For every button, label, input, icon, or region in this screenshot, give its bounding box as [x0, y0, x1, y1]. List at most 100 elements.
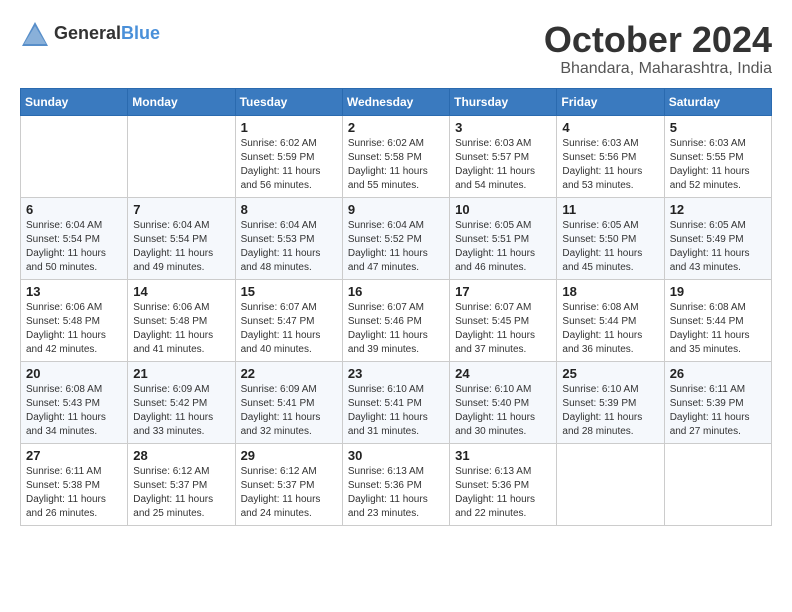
day-info: Sunrise: 6:06 AM Sunset: 5:48 PM Dayligh… [26, 301, 122, 357]
calendar-cell: 18 Sunrise: 6:08 AM Sunset: 5:44 PM Dayli… [557, 279, 664, 361]
calendar-cell [128, 115, 235, 197]
calendar-cell: 12 Sunrise: 6:05 AM Sunset: 5:49 PM Dayli… [664, 197, 771, 279]
day-info: Sunrise: 6:12 AM Sunset: 5:37 PM Dayligh… [241, 465, 337, 521]
calendar-cell: 20 Sunrise: 6:08 AM Sunset: 5:43 PM Dayli… [21, 361, 128, 443]
day-info: Sunrise: 6:08 AM Sunset: 5:44 PM Dayligh… [562, 301, 658, 357]
calendar-cell: 2Sunrise: 6:02 AM Sunset: 5:58 PM Daylig… [342, 115, 449, 197]
calendar-cell: 1Sunrise: 6:02 AM Sunset: 5:59 PM Daylig… [235, 115, 342, 197]
location-title: Bhandara, Maharashtra, India [544, 60, 772, 78]
day-info: Sunrise: 6:09 AM Sunset: 5:42 PM Dayligh… [133, 383, 229, 439]
day-number: 27 [26, 448, 122, 463]
calendar-cell: 27 Sunrise: 6:11 AM Sunset: 5:38 PM Dayli… [21, 443, 128, 525]
day-number: 30 [348, 448, 444, 463]
day-number: 25 [562, 366, 658, 381]
calendar-cell: 23 Sunrise: 6:10 AM Sunset: 5:41 PM Dayli… [342, 361, 449, 443]
day-info: Sunrise: 6:11 AM Sunset: 5:38 PM Dayligh… [26, 465, 122, 521]
day-info: Sunrise: 6:10 AM Sunset: 5:39 PM Dayligh… [562, 383, 658, 439]
day-number: 16 [348, 284, 444, 299]
title-area: October 2024 Bhandara, Maharashtra, Indi… [544, 20, 772, 78]
day-info: Sunrise: 6:04 AM Sunset: 5:54 PM Dayligh… [26, 219, 122, 275]
day-info: Sunrise: 6:05 AM Sunset: 5:49 PM Dayligh… [670, 219, 766, 275]
calendar-week-row: 13 Sunrise: 6:06 AM Sunset: 5:48 PM Dayli… [21, 279, 772, 361]
day-number: 11 [562, 202, 658, 217]
calendar-cell: 9Sunrise: 6:04 AM Sunset: 5:52 PM Daylig… [342, 197, 449, 279]
day-number: 26 [670, 366, 766, 381]
day-number: 20 [26, 366, 122, 381]
day-info: Sunrise: 6:07 AM Sunset: 5:46 PM Dayligh… [348, 301, 444, 357]
calendar-cell: 5 Sunrise: 6:03 AM Sunset: 5:55 PM Daylig… [664, 115, 771, 197]
calendar-cell: 26 Sunrise: 6:11 AM Sunset: 5:39 PM Dayli… [664, 361, 771, 443]
day-number: 4 [562, 120, 658, 135]
day-number: 8 [241, 202, 337, 217]
calendar-cell: 10 Sunrise: 6:05 AM Sunset: 5:51 PM Dayli… [450, 197, 557, 279]
page-header: GeneralBlue October 2024 Bhandara, Mahar… [20, 20, 772, 78]
day-info: Sunrise: 6:03 AM Sunset: 5:56 PM Dayligh… [562, 137, 658, 193]
calendar-header-friday: Friday [557, 88, 664, 115]
calendar-cell: 30 Sunrise: 6:13 AM Sunset: 5:36 PM Dayli… [342, 443, 449, 525]
calendar-header-thursday: Thursday [450, 88, 557, 115]
calendar-cell: 6 Sunrise: 6:04 AM Sunset: 5:54 PM Daylig… [21, 197, 128, 279]
calendar-cell: 7Sunrise: 6:04 AM Sunset: 5:54 PM Daylig… [128, 197, 235, 279]
day-info: Sunrise: 6:08 AM Sunset: 5:44 PM Dayligh… [670, 301, 766, 357]
day-number: 3 [455, 120, 551, 135]
calendar-cell: 28Sunrise: 6:12 AM Sunset: 5:37 PM Dayli… [128, 443, 235, 525]
day-number: 18 [562, 284, 658, 299]
day-info: Sunrise: 6:11 AM Sunset: 5:39 PM Dayligh… [670, 383, 766, 439]
calendar-header-monday: Monday [128, 88, 235, 115]
month-title: October 2024 [544, 20, 772, 60]
day-info: Sunrise: 6:05 AM Sunset: 5:51 PM Dayligh… [455, 219, 551, 275]
day-number: 6 [26, 202, 122, 217]
day-info: Sunrise: 6:10 AM Sunset: 5:41 PM Dayligh… [348, 383, 444, 439]
day-number: 19 [670, 284, 766, 299]
calendar-cell: 8 Sunrise: 6:04 AM Sunset: 5:53 PM Daylig… [235, 197, 342, 279]
day-number: 12 [670, 202, 766, 217]
calendar-week-row: 20 Sunrise: 6:08 AM Sunset: 5:43 PM Dayli… [21, 361, 772, 443]
day-number: 10 [455, 202, 551, 217]
day-info: Sunrise: 6:02 AM Sunset: 5:58 PM Dayligh… [348, 137, 444, 193]
calendar-cell: 14 Sunrise: 6:06 AM Sunset: 5:48 PM Dayli… [128, 279, 235, 361]
day-info: Sunrise: 6:04 AM Sunset: 5:53 PM Dayligh… [241, 219, 337, 275]
day-number: 9 [348, 202, 444, 217]
day-number: 22 [241, 366, 337, 381]
day-info: Sunrise: 6:07 AM Sunset: 5:47 PM Dayligh… [241, 301, 337, 357]
day-number: 24 [455, 366, 551, 381]
calendar-week-row: 27 Sunrise: 6:11 AM Sunset: 5:38 PM Dayli… [21, 443, 772, 525]
logo-general: General [54, 23, 121, 43]
day-info: Sunrise: 6:06 AM Sunset: 5:48 PM Dayligh… [133, 301, 229, 357]
day-number: 31 [455, 448, 551, 463]
calendar-cell: 22 Sunrise: 6:09 AM Sunset: 5:41 PM Dayli… [235, 361, 342, 443]
logo-icon [20, 20, 50, 48]
calendar-header-row: SundayMondayTuesdayWednesdayThursdayFrid… [21, 88, 772, 115]
logo-blue: Blue [121, 23, 160, 43]
calendar-cell: 3Sunrise: 6:03 AM Sunset: 5:57 PM Daylig… [450, 115, 557, 197]
day-info: Sunrise: 6:05 AM Sunset: 5:50 PM Dayligh… [562, 219, 658, 275]
calendar-cell: 13 Sunrise: 6:06 AM Sunset: 5:48 PM Dayli… [21, 279, 128, 361]
logo-text: GeneralBlue [54, 24, 160, 44]
calendar-cell: 21Sunrise: 6:09 AM Sunset: 5:42 PM Dayli… [128, 361, 235, 443]
calendar-header-sunday: Sunday [21, 88, 128, 115]
calendar-header-wednesday: Wednesday [342, 88, 449, 115]
day-info: Sunrise: 6:13 AM Sunset: 5:36 PM Dayligh… [348, 465, 444, 521]
day-number: 29 [241, 448, 337, 463]
day-number: 23 [348, 366, 444, 381]
calendar-cell [21, 115, 128, 197]
day-info: Sunrise: 6:02 AM Sunset: 5:59 PM Dayligh… [241, 137, 337, 193]
day-info: Sunrise: 6:13 AM Sunset: 5:36 PM Dayligh… [455, 465, 551, 521]
calendar-cell: 24Sunrise: 6:10 AM Sunset: 5:40 PM Dayli… [450, 361, 557, 443]
calendar-header-tuesday: Tuesday [235, 88, 342, 115]
calendar-cell: 29 Sunrise: 6:12 AM Sunset: 5:37 PM Dayli… [235, 443, 342, 525]
calendar-cell: 25 Sunrise: 6:10 AM Sunset: 5:39 PM Dayli… [557, 361, 664, 443]
calendar-cell: 19 Sunrise: 6:08 AM Sunset: 5:44 PM Dayli… [664, 279, 771, 361]
calendar-header-saturday: Saturday [664, 88, 771, 115]
day-info: Sunrise: 6:09 AM Sunset: 5:41 PM Dayligh… [241, 383, 337, 439]
calendar-cell: 17Sunrise: 6:07 AM Sunset: 5:45 PM Dayli… [450, 279, 557, 361]
calendar-cell: 4 Sunrise: 6:03 AM Sunset: 5:56 PM Daylig… [557, 115, 664, 197]
day-info: Sunrise: 6:03 AM Sunset: 5:55 PM Dayligh… [670, 137, 766, 193]
day-info: Sunrise: 6:08 AM Sunset: 5:43 PM Dayligh… [26, 383, 122, 439]
day-number: 15 [241, 284, 337, 299]
day-number: 13 [26, 284, 122, 299]
day-number: 5 [670, 120, 766, 135]
day-info: Sunrise: 6:07 AM Sunset: 5:45 PM Dayligh… [455, 301, 551, 357]
day-number: 14 [133, 284, 229, 299]
logo: GeneralBlue [20, 20, 160, 48]
